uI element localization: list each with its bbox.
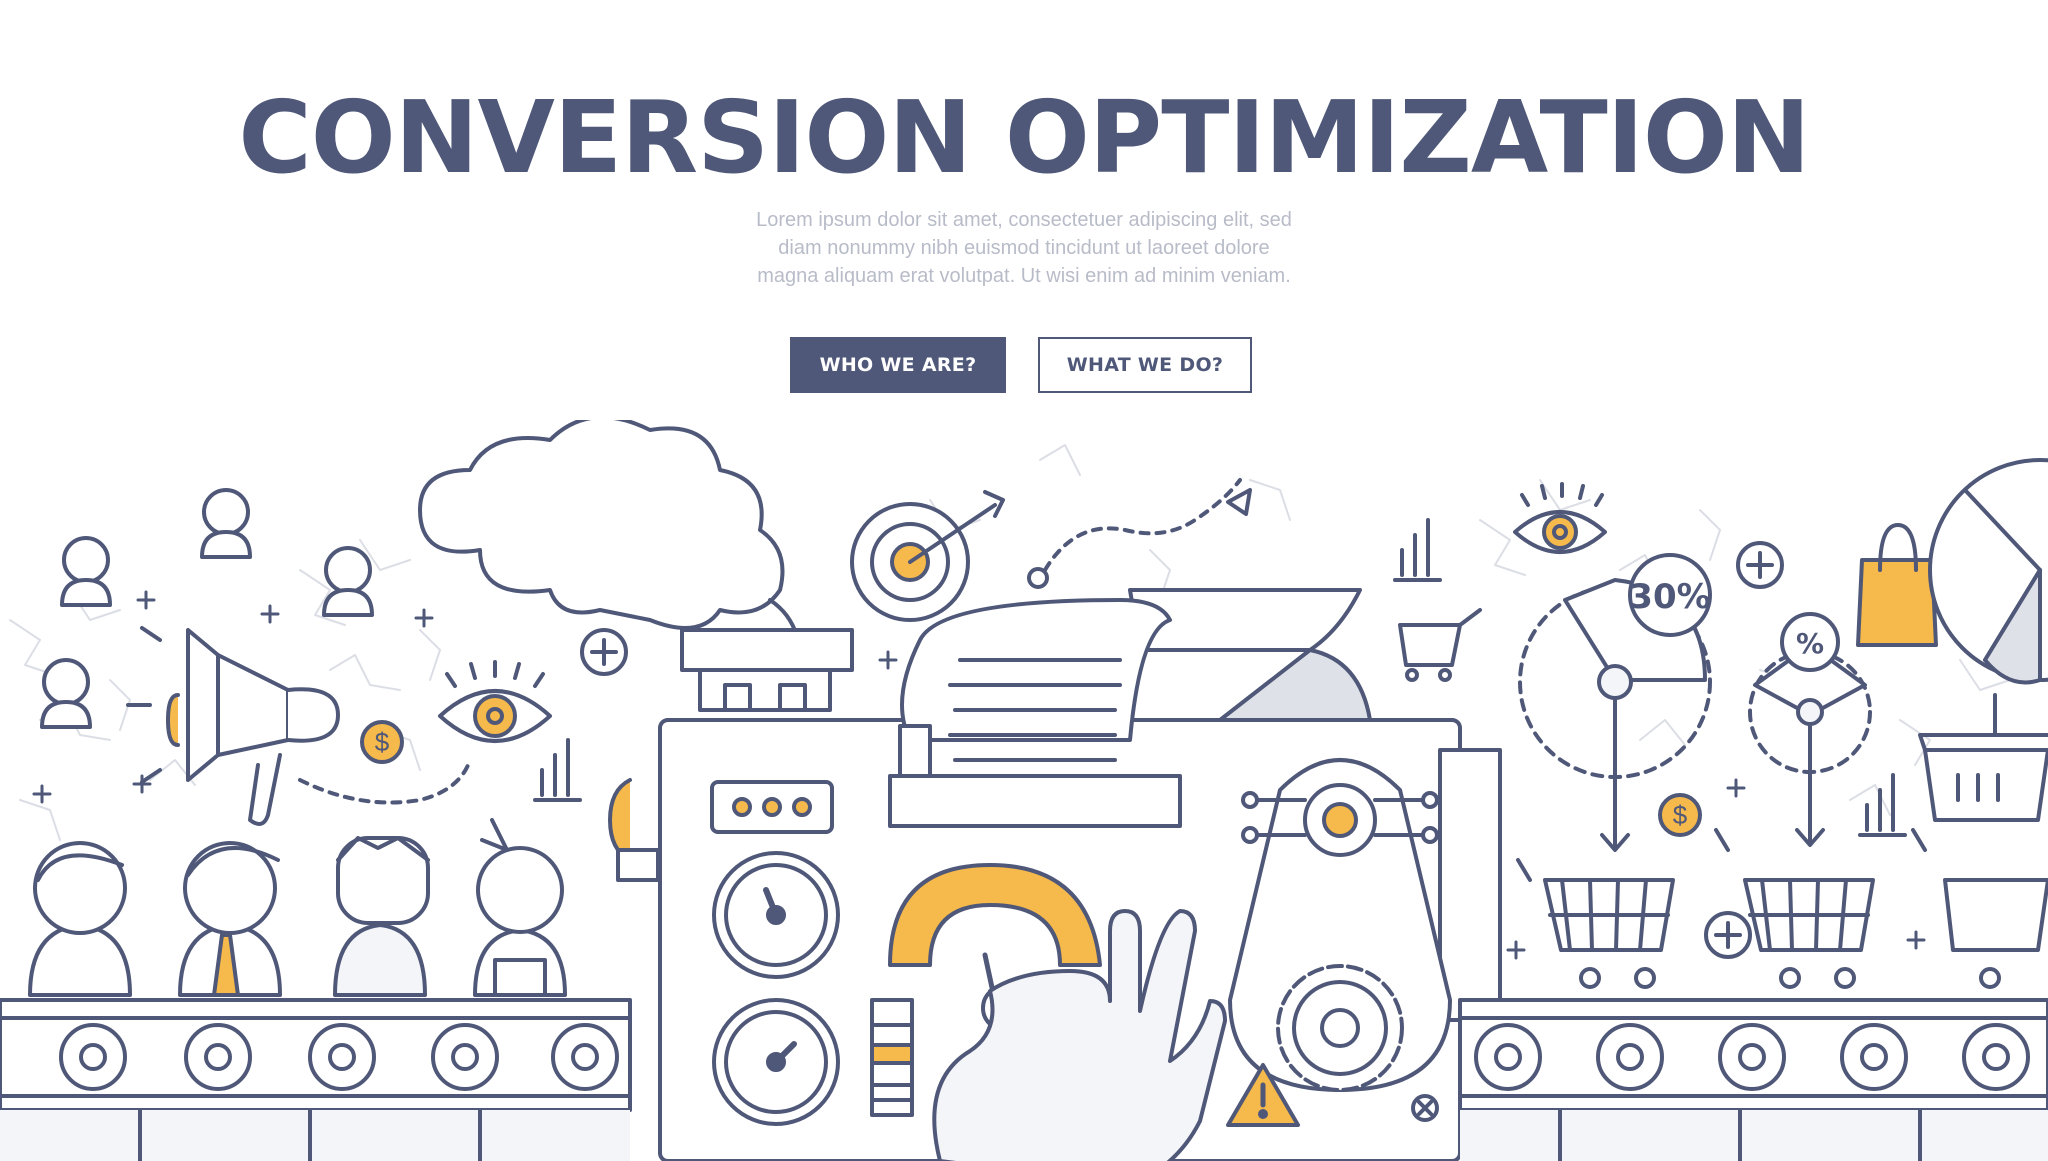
what-we-do-button[interactable]: WHAT WE DO? bbox=[1038, 337, 1252, 393]
level-indicator-bar bbox=[870, 998, 914, 1117]
subtitle-line: Lorem ipsum dolor sit amet, consectetuer… bbox=[756, 209, 1292, 231]
subtitle-line: diam nonummy nibh euismod tincidunt ut l… bbox=[778, 237, 1270, 259]
plus-circle-icon bbox=[1736, 541, 1784, 589]
pressure-gauge-icon bbox=[712, 851, 840, 979]
bar-chart-icon bbox=[533, 738, 582, 802]
person-icon-large bbox=[178, 841, 282, 997]
person-icon-large bbox=[333, 836, 430, 997]
bar-chart-icon bbox=[1393, 518, 1442, 582]
subtitle-line: magna aliquam erat volutpat. Ut wisi eni… bbox=[757, 265, 1291, 287]
indicator-lights bbox=[710, 780, 834, 834]
dollar-coin-icon: $ bbox=[1658, 793, 1702, 837]
eye-icon bbox=[438, 660, 552, 743]
pressure-gauge-icon bbox=[712, 998, 840, 1126]
dollar-sign-text: $ bbox=[375, 727, 390, 757]
plus-circle-icon bbox=[580, 628, 628, 676]
target-icon bbox=[850, 490, 1005, 622]
dollar-coin-icon: $ bbox=[360, 720, 404, 764]
machine-chimney bbox=[680, 628, 854, 712]
megaphone-icon bbox=[126, 626, 340, 826]
pie-chart-icon bbox=[1928, 458, 2048, 685]
close-circle-icon bbox=[1411, 1094, 1439, 1122]
shopping-bag-icon bbox=[1856, 523, 1938, 647]
person-icon-large bbox=[28, 841, 132, 997]
cta-buttons: WHO WE ARE? WHAT WE DO? bbox=[790, 337, 1252, 393]
page-title: CONVERSION OPTIMIZATION bbox=[238, 79, 1810, 196]
shopping-basket-icon bbox=[1918, 693, 2048, 822]
funnel-diagram-icon bbox=[1748, 643, 1872, 847]
conversion-machine-illustration: $ 30% % $ bbox=[0, 420, 2048, 1161]
shopping-cart-icon bbox=[1714, 828, 1875, 989]
plus-circle-icon bbox=[1704, 911, 1752, 959]
who-we-are-button[interactable]: WHO WE ARE? bbox=[790, 337, 1006, 393]
dashed-path-arrow-icon bbox=[1027, 478, 1252, 589]
eye-icon bbox=[1513, 482, 1607, 554]
percent-badge-icon: 30% bbox=[1628, 553, 1712, 637]
person-icon-large bbox=[473, 818, 567, 997]
shopping-cart-icon bbox=[1398, 608, 1482, 682]
percent-label: 30% bbox=[1629, 577, 1710, 617]
bar-chart-icon bbox=[1858, 773, 1907, 837]
smoke-cloud-icon bbox=[418, 420, 802, 662]
percent-symbol-label: % bbox=[1796, 627, 1824, 660]
shopping-cart-icon bbox=[1516, 858, 1675, 989]
shopping-cart-icon bbox=[1911, 828, 2048, 989]
percent-badge-icon: % bbox=[1780, 612, 1840, 672]
dollar-sign-text: $ bbox=[1673, 800, 1688, 830]
gear-icon bbox=[1276, 964, 1404, 1092]
hero-subtitle: Lorem ipsum dolor sit amet, consectetuer… bbox=[674, 206, 1374, 290]
dashed-line bbox=[298, 758, 472, 805]
